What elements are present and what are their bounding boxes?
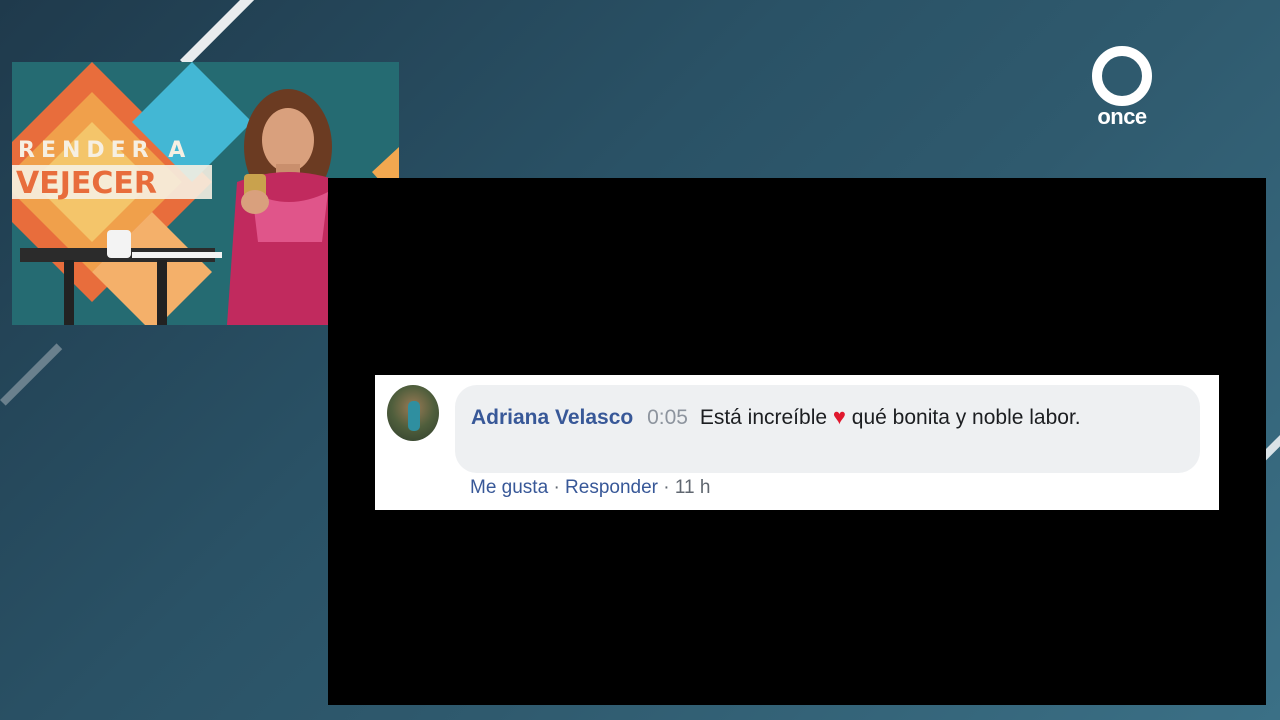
logo-ring-icon — [1092, 46, 1152, 106]
channel-logo: once — [1088, 46, 1156, 130]
set-sign-line1: RENDER A — [18, 138, 191, 163]
comment-age[interactable]: 11 h — [675, 477, 711, 498]
decorative-stripe — [180, 0, 272, 68]
comment-actions: Me gusta · Responder · 11 h — [470, 477, 710, 499]
reply-link[interactable]: Responder — [565, 477, 658, 498]
separator-dot: · — [553, 477, 560, 498]
logo-text: once — [1097, 104, 1147, 129]
separator-dot: · — [663, 477, 670, 498]
avatar[interactable] — [387, 385, 439, 441]
heart-emoji-icon: ♥ — [832, 404, 846, 429]
comment-text-block: Adriana Velasco 0:05 Está increíble ♥ qu… — [471, 402, 1171, 433]
comment-text-part2: qué bonita y noble labor. — [851, 406, 1081, 429]
comment-author-link[interactable]: Adriana Velasco — [471, 406, 633, 429]
social-comment-card: Adriana Velasco 0:05 Está increíble ♥ qu… — [375, 375, 1219, 510]
avatar-person-figure — [408, 401, 420, 431]
set-sign-line2: VEJECER — [16, 166, 157, 201]
like-link[interactable]: Me gusta — [470, 477, 548, 498]
decorative-stripe — [0, 343, 63, 406]
comment-text-part1: Está increíble — [699, 406, 828, 429]
comment-video-timestamp[interactable]: 0:05 — [647, 406, 688, 429]
comment-bubble: Adriana Velasco 0:05 Está increíble ♥ qu… — [455, 385, 1200, 473]
